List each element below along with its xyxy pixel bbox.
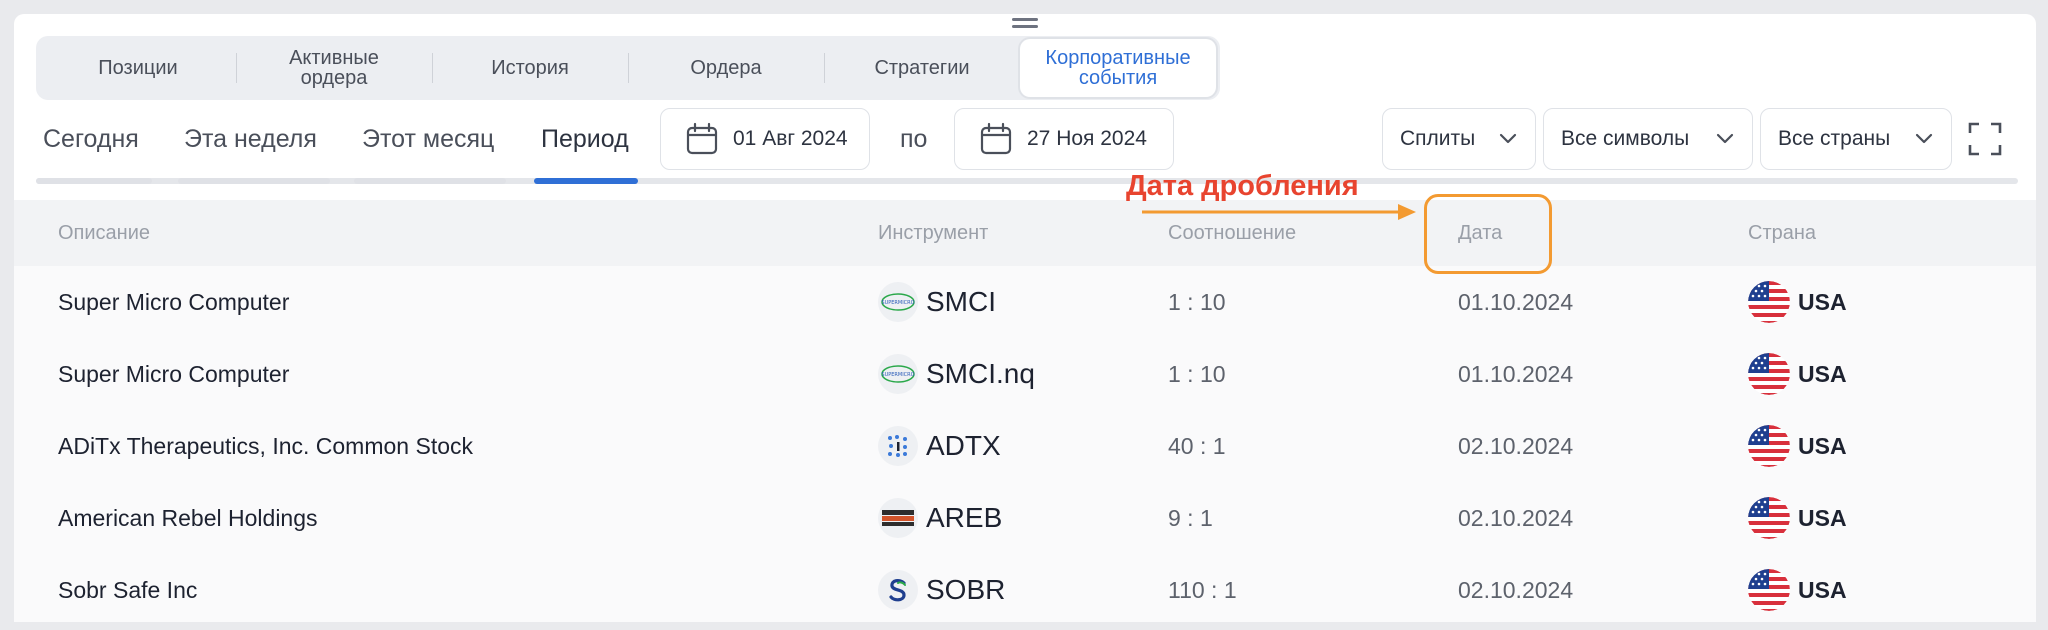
row-description: Super Micro Computer — [58, 288, 290, 315]
fullscreen-icon[interactable] — [1968, 122, 2002, 156]
row-country: USA — [1748, 266, 1847, 338]
row-date: 01.10.2024 — [1458, 360, 1574, 387]
chevron-down-icon — [1499, 133, 1517, 144]
period-track — [36, 178, 2018, 184]
table-body: Super Micro Computer SUPERMICRO SMCI 1 :… — [14, 266, 2036, 622]
countries-dropdown[interactable]: Все страны — [1760, 108, 1952, 170]
date-from-picker[interactable]: 01 Авг 2024 — [660, 108, 870, 170]
table-row[interactable]: American Rebel Holdings AREB 9 : 1 02.10… — [14, 482, 2036, 554]
tab-history[interactable]: История — [432, 39, 628, 97]
row-ratio: 40 : 1 — [1168, 432, 1226, 459]
svg-text:SUPERMICRO: SUPERMICRO — [881, 300, 914, 306]
column-description[interactable]: Описание — [58, 200, 150, 266]
row-instrument[interactable]: AREB — [878, 482, 1002, 554]
row-date: 01.10.2024 — [1458, 288, 1574, 315]
row-description: American Rebel Holdings — [58, 504, 318, 531]
row-country: USA — [1748, 482, 1847, 554]
row-instrument[interactable]: SOBR — [878, 554, 1005, 626]
row-country-label: USA — [1798, 288, 1847, 315]
sobr-logo-icon — [878, 570, 918, 610]
table-row[interactable]: Super Micro Computer SUPERMICRO SMCI 1 :… — [14, 266, 2036, 338]
row-country-label: USA — [1798, 504, 1847, 531]
row-date: 02.10.2024 — [1458, 576, 1574, 603]
row-date: 02.10.2024 — [1458, 504, 1574, 531]
countries-value: Все страны — [1778, 127, 1891, 150]
row-symbol: ADTX — [926, 430, 1001, 461]
row-ratio: 1 : 10 — [1168, 360, 1226, 387]
row-ratio: 9 : 1 — [1168, 504, 1213, 531]
period-this-week[interactable]: Эта неделя — [184, 108, 317, 170]
supermicro-logo-icon: SUPERMICRO — [878, 354, 918, 394]
column-country[interactable]: Страна — [1748, 200, 1816, 266]
period-custom[interactable]: Период — [541, 108, 629, 170]
us-flag-icon — [1748, 569, 1790, 611]
calendar-icon — [980, 122, 1012, 155]
us-flag-icon — [1748, 497, 1790, 539]
date-to-picker[interactable]: 27 Ноя 2024 — [954, 108, 1174, 170]
period-this-month[interactable]: Этот месяц — [362, 108, 494, 170]
tab-corporate-events[interactable]: Корпоративные события — [1020, 39, 1216, 97]
row-date: 02.10.2024 — [1458, 432, 1574, 459]
date-to-value: 27 Ноя 2024 — [1027, 127, 1147, 150]
row-instrument[interactable]: SUPERMICRO SMCI.nq — [878, 338, 1035, 410]
us-flag-icon — [1748, 353, 1790, 395]
supermicro-logo-icon: SUPERMICRO — [878, 282, 918, 322]
aditx-logo-icon — [878, 426, 918, 466]
row-symbol: AREB — [926, 502, 1003, 533]
annotation-arrow-icon — [1142, 204, 1416, 220]
row-country-label: USA — [1798, 432, 1847, 459]
period-underline-active — [534, 178, 638, 184]
american-rebel-logo-icon — [878, 498, 918, 538]
column-instrument[interactable]: Инструмент — [878, 200, 988, 266]
table-row[interactable]: Super Micro Computer SUPERMICRO SMCI.nq … — [14, 338, 2036, 410]
row-country: USA — [1748, 338, 1847, 410]
us-flag-icon — [1748, 425, 1790, 467]
row-instrument[interactable]: SUPERMICRO SMCI — [878, 266, 996, 338]
row-symbol: SOBR — [926, 574, 1006, 605]
tab-positions[interactable]: Позиции — [40, 39, 236, 97]
period-underline-week — [178, 178, 330, 184]
tab-strategies[interactable]: Стратегии — [824, 39, 1020, 97]
tab-bar: Позиции Активные ордера История Ордера С… — [36, 36, 1220, 100]
table-header: Описание Инструмент Соотношение Дата Стр… — [14, 200, 2036, 266]
table-row[interactable]: ADiTx Therapeutics, Inc. Common Stock AD… — [14, 410, 2036, 482]
drag-handle-icon[interactable] — [1012, 18, 1038, 30]
tab-active-orders[interactable]: Активные ордера — [236, 39, 432, 97]
symbols-dropdown[interactable]: Все символы — [1543, 108, 1753, 170]
period-underline-month — [354, 178, 506, 184]
row-country-label: USA — [1798, 576, 1847, 603]
row-description: Super Micro Computer — [58, 360, 290, 387]
calendar-icon — [686, 122, 718, 155]
chevron-down-icon — [1915, 133, 1933, 144]
event-type-dropdown[interactable]: Сплиты — [1382, 108, 1536, 170]
period-today[interactable]: Сегодня — [43, 108, 139, 170]
annotation-label: Дата дробления — [1126, 170, 1359, 202]
row-country: USA — [1748, 410, 1847, 482]
row-instrument[interactable]: ADTX — [878, 410, 1001, 482]
symbols-value: Все символы — [1561, 127, 1690, 150]
table-row[interactable]: Sobr Safe Inc SOBR 110 : 1 02.10.2024 US… — [14, 554, 2036, 626]
us-flag-icon — [1748, 281, 1790, 323]
row-description: Sobr Safe Inc — [58, 576, 198, 603]
tab-orders[interactable]: Ордера — [628, 39, 824, 97]
date-range-separator: по — [900, 124, 928, 153]
svg-text:SUPERMICRO: SUPERMICRO — [881, 372, 914, 378]
row-symbol: SMCI.nq — [926, 358, 1035, 389]
annotation-highlight-box — [1424, 194, 1552, 274]
event-type-value: Сплиты — [1400, 127, 1476, 150]
row-symbol: SMCI — [926, 286, 996, 317]
period-underline-today — [36, 178, 152, 184]
date-from-value: 01 Авг 2024 — [733, 127, 848, 150]
row-ratio: 1 : 10 — [1168, 288, 1226, 315]
row-ratio: 110 : 1 — [1168, 576, 1237, 603]
row-country-label: USA — [1798, 360, 1847, 387]
chevron-down-icon — [1716, 133, 1734, 144]
row-country: USA — [1748, 554, 1847, 626]
row-description: ADiTx Therapeutics, Inc. Common Stock — [58, 432, 473, 459]
